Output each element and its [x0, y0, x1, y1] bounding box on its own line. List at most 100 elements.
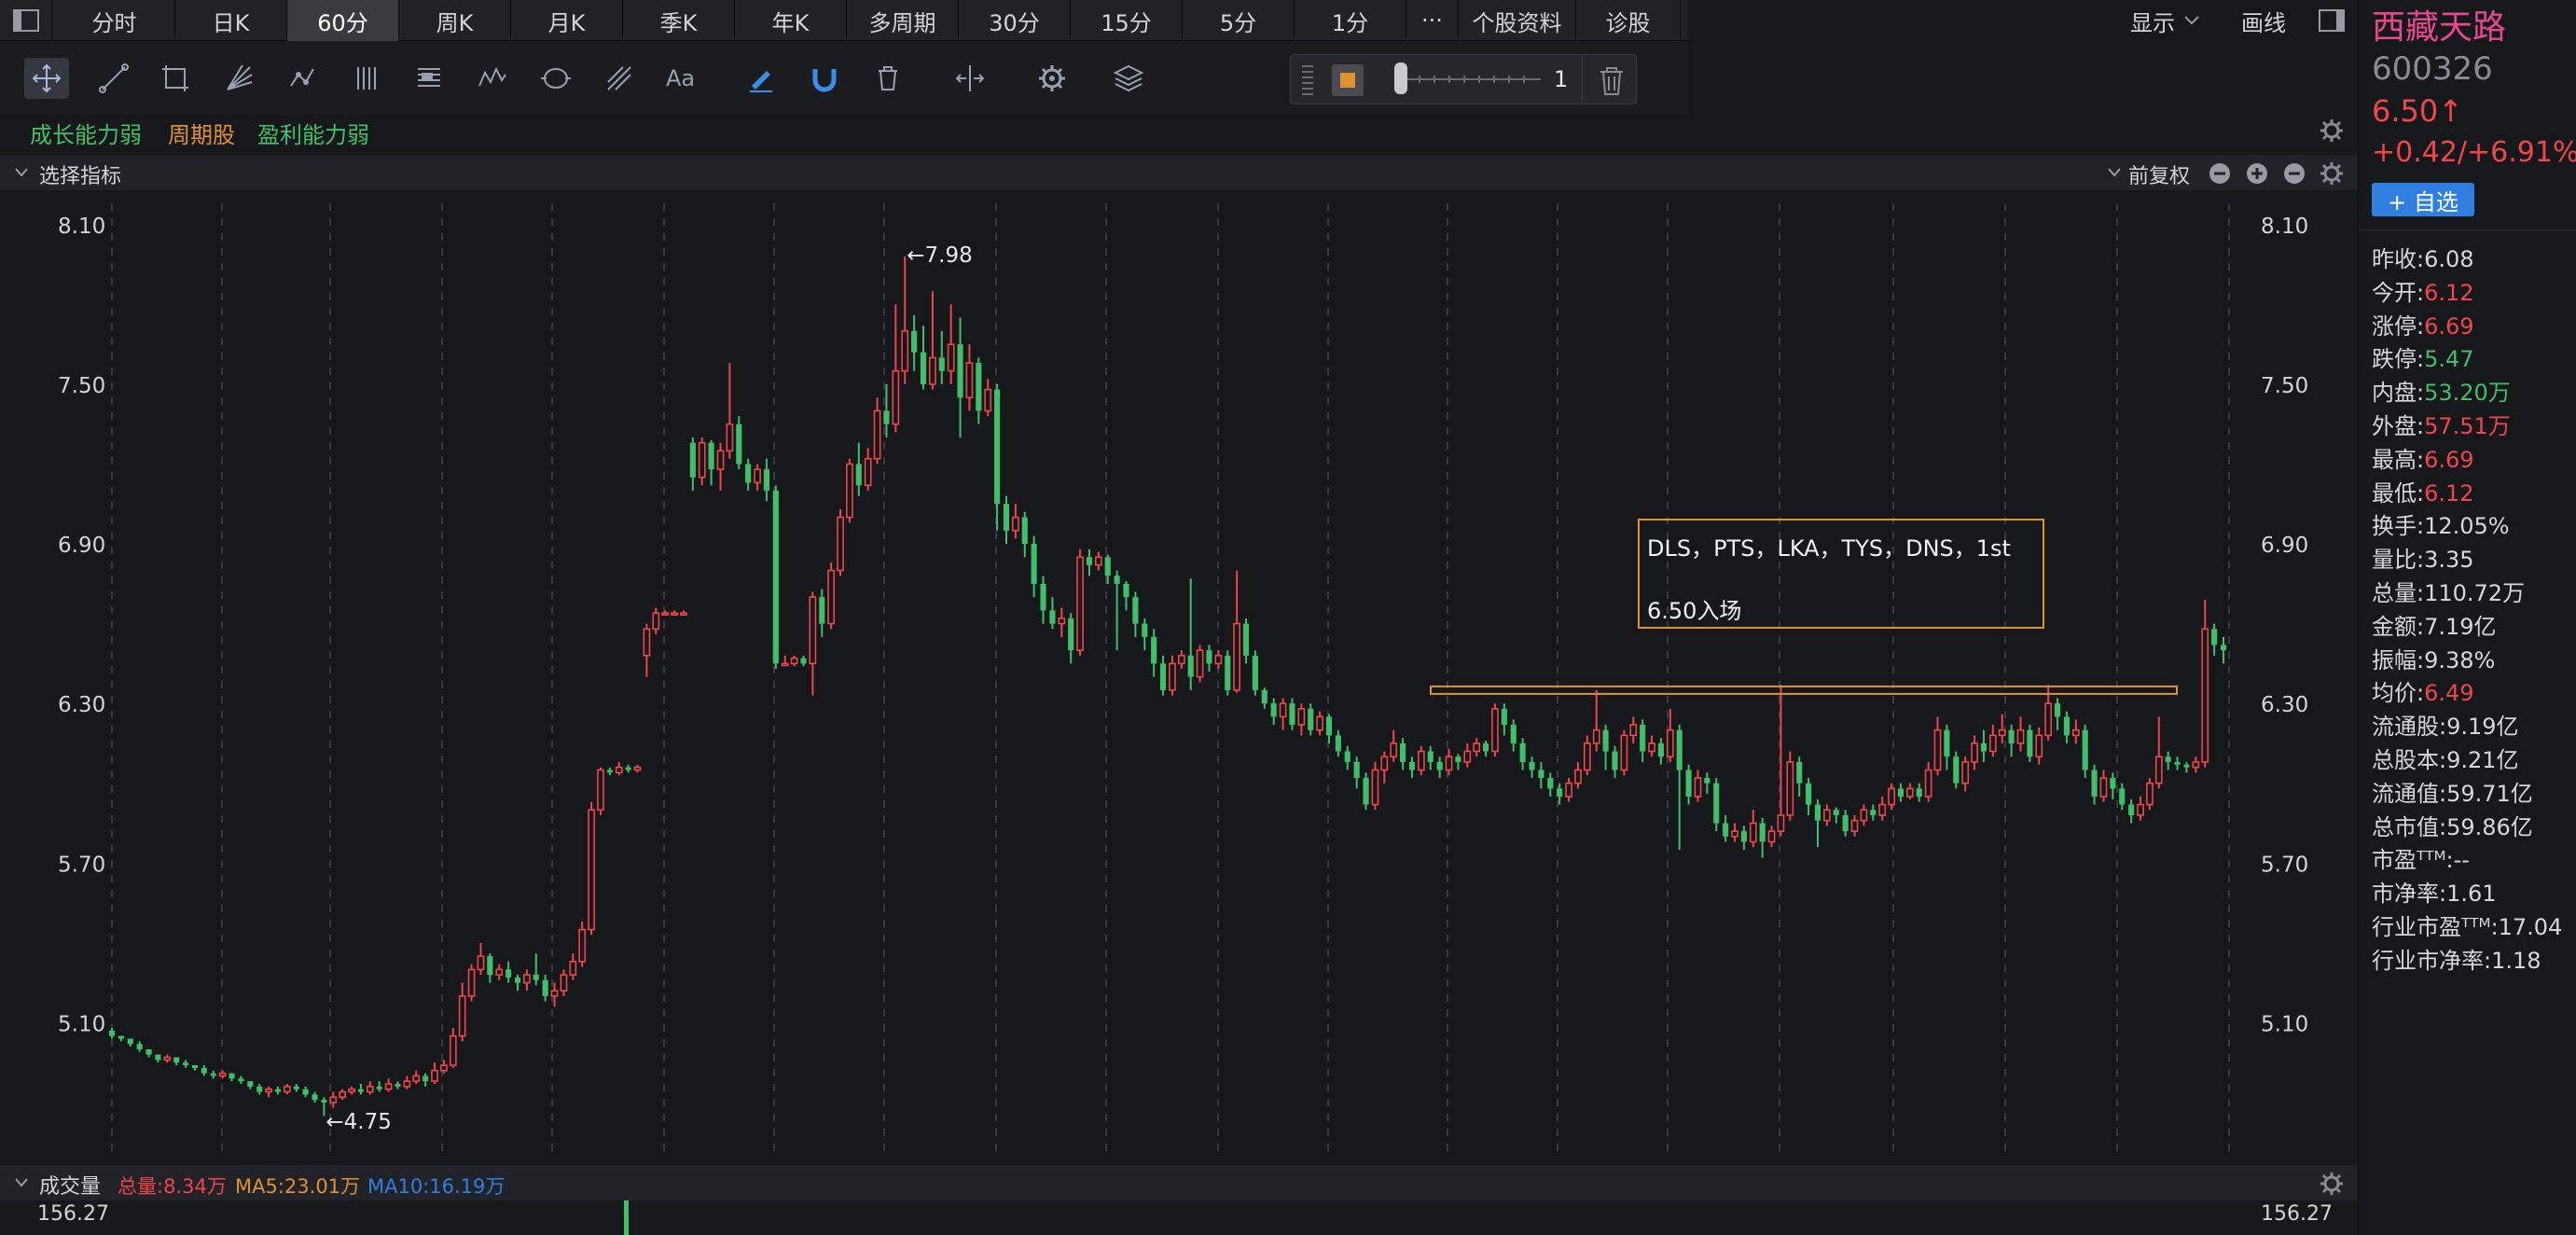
trendline-tool[interactable] [91, 58, 136, 99]
candle-body [2110, 778, 2116, 789]
candle-body [800, 658, 807, 664]
add-watchlist-button[interactable]: + 自选 [2372, 183, 2474, 216]
rectangle-tool[interactable] [153, 58, 198, 99]
tab-0[interactable]: 分时 [54, 0, 175, 41]
stock-tag[interactable]: 周期股 [168, 117, 235, 149]
magnet-tool[interactable] [802, 58, 847, 99]
text-box-tool[interactable] [407, 58, 451, 99]
candle-body [763, 469, 770, 492]
tab-6[interactable]: 年K [735, 0, 847, 41]
tab-7[interactable]: 多周期 [847, 0, 959, 41]
stat-value: 57.51万 [2424, 413, 2511, 439]
chevron-down-icon[interactable] [13, 164, 30, 181]
text-aa-icon: Aa [666, 65, 695, 91]
candlestick-chart[interactable]: 8.10 8.10 7.50 7.50 6.90 6.90 6.30 6.30 5.70 5.70… [0, 190, 2358, 1165]
delete-drawings-tool[interactable] [866, 58, 910, 99]
candle-body [1980, 742, 1987, 752]
collapse-icon[interactable] [2283, 162, 2306, 185]
highlight-tool[interactable] [739, 58, 783, 99]
zoom-in-icon[interactable] [2246, 162, 2268, 185]
adjust-mode-dropdown[interactable]: 前复权 [2128, 160, 2190, 189]
tab-5[interactable]: 季K [623, 0, 735, 41]
candle-body [256, 1086, 263, 1092]
fan-tool[interactable] [216, 58, 261, 99]
candle-body [1878, 803, 1887, 816]
tab-10[interactable]: 5分 [1183, 0, 1295, 41]
candle-body [523, 974, 531, 984]
volume-indicator-label[interactable]: 成交量 [39, 1170, 101, 1200]
candle-body [1297, 708, 1306, 726]
candle-body [467, 968, 476, 997]
color-swatch-button[interactable] [1332, 64, 1364, 96]
tab-12[interactable]: ··· [1406, 0, 1459, 41]
stat-value: 17.04 [2498, 914, 2563, 940]
tab-1[interactable]: 日K [175, 0, 287, 41]
candle-body [1685, 770, 1692, 797]
annotation-box[interactable]: DLS，PTS，LKA，TYS，DNS，1st 6.50入场 [1638, 519, 2044, 629]
gear-icon[interactable] [2319, 118, 2345, 144]
candle-body [578, 928, 587, 963]
tab-9[interactable]: 15分 [1071, 0, 1183, 41]
candle-body [1142, 623, 1148, 637]
wave-tool[interactable] [470, 58, 515, 99]
stat-label: 市净率: [2372, 881, 2447, 908]
candle-body [1196, 649, 1204, 678]
volume-bar [624, 1200, 629, 1235]
tab-label: 季K [659, 9, 698, 36]
candle-body [1905, 787, 1914, 798]
layers-tool[interactable] [1106, 58, 1151, 99]
toggle-right-panel-button[interactable] [2306, 0, 2358, 41]
candle-body [1944, 729, 1950, 757]
text-tool[interactable]: Aa [662, 58, 707, 99]
drag-handle-icon[interactable] [1298, 62, 1317, 98]
candle-body [781, 662, 789, 667]
wave-icon [478, 66, 506, 87]
pitchfork-tool[interactable] [597, 58, 642, 99]
ellipse-tool[interactable] [533, 58, 578, 99]
select-indicator-button[interactable]: 选择指标 [39, 160, 121, 189]
line-width-slider[interactable] [1392, 61, 1550, 98]
hide-drawings-tool[interactable] [948, 58, 992, 99]
stat-value: 6.69 [2424, 446, 2474, 473]
draw-line-button[interactable]: 画线 [2222, 0, 2306, 41]
gear-icon[interactable] [2319, 160, 2345, 187]
stat-value: 6.12 [2424, 279, 2474, 306]
stock-tag[interactable]: 成长能力弱 [30, 117, 142, 149]
zoom-out-icon[interactable] [2209, 162, 2231, 185]
stock-tag[interactable]: 盈利能力弱 [257, 117, 369, 149]
tab-13[interactable]: 个股资料 [1459, 0, 1576, 41]
candle-body [790, 657, 798, 665]
tab-4[interactable]: 月K [511, 0, 623, 41]
candle-body [506, 969, 512, 978]
candle-body [2137, 803, 2144, 816]
volume-chart[interactable]: 156.27 156.27 [0, 1200, 2358, 1235]
candle-body [1538, 770, 1544, 779]
stat-label: 振幅: [2372, 646, 2425, 673]
vertical-lines-tool[interactable] [345, 58, 390, 99]
tab-3[interactable]: 周K [399, 0, 511, 41]
chevron-down-icon[interactable] [13, 1174, 30, 1191]
path-tool[interactable] [280, 58, 325, 99]
tab-2[interactable]: 60分 [287, 0, 399, 41]
candle-body [1086, 557, 1093, 565]
candle-body [2146, 782, 2154, 806]
candle-body [680, 612, 687, 617]
candle-body [265, 1088, 272, 1093]
tab-label: 5分 [1219, 9, 1257, 36]
toggle-left-panel-button[interactable] [0, 0, 52, 41]
tab-8[interactable]: 30分 [959, 0, 1071, 41]
trash-icon[interactable] [1595, 64, 1628, 98]
candle-body [136, 1044, 143, 1049]
display-menu-button[interactable]: 显示 [2110, 0, 2222, 41]
candle-body [1344, 751, 1350, 762]
tab-14[interactable]: 诊股 [1576, 0, 1681, 41]
candle-body [1547, 778, 1554, 789]
crosshair-tool[interactable] [24, 58, 69, 99]
gear-icon[interactable] [2319, 1171, 2345, 1197]
candle-body [329, 1096, 338, 1103]
candle-body [1353, 761, 1360, 779]
tab-11[interactable]: 1分 [1295, 0, 1406, 41]
candle-body [1510, 724, 1517, 743]
candle-body [1602, 729, 1609, 752]
drawing-settings-tool[interactable] [1030, 58, 1074, 99]
